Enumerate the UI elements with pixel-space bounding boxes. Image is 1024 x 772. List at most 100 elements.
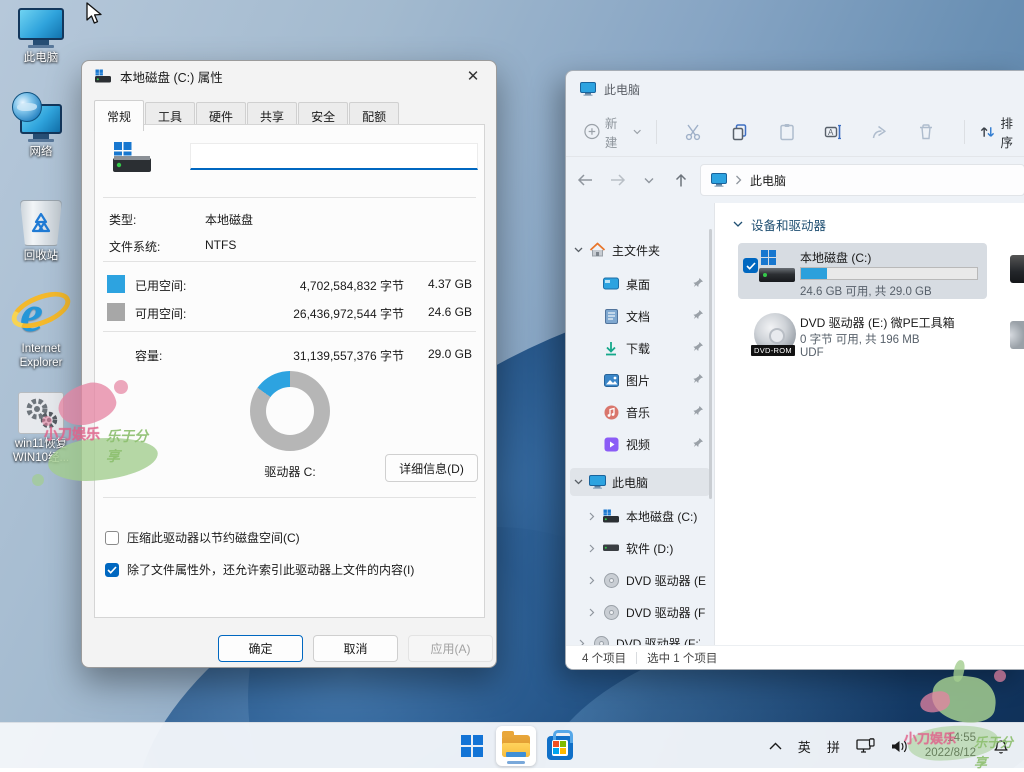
clipped-drive-icon xyxy=(1010,255,1024,283)
new-button[interactable]: 新建 xyxy=(584,113,642,151)
checkbox-checked-icon[interactable] xyxy=(105,563,119,577)
drive-info: 0 字节 可用, 共 196 MB xyxy=(800,331,920,347)
address-bar[interactable]: 此电脑 xyxy=(700,164,1024,196)
drive-c-small-icon xyxy=(94,69,112,83)
sidebar-item-label: 软件 (D:) xyxy=(626,540,673,557)
explorer-sidebar: 主文件夹 桌面 文档 下载 xyxy=(566,211,714,645)
dialog-general-page: 类型: 本地磁盘 文件系统: NTFS 已用空间: 4,702,584,832 … xyxy=(94,124,485,618)
apply-button[interactable]: 应用(A) xyxy=(408,635,493,662)
paste-button[interactable] xyxy=(774,118,800,146)
sidebar-item-label: 图片 xyxy=(626,372,650,389)
drive-usage-fill xyxy=(801,268,827,279)
checkbox-unchecked-icon[interactable] xyxy=(105,531,119,545)
sort-button[interactable]: 排序 xyxy=(979,113,1024,151)
desktop-icon-internet-explorer[interactable]: e Internet Explorer xyxy=(2,283,80,371)
desktop-icon-this-pc[interactable]: 此电脑 xyxy=(2,8,80,65)
taskbar-clock[interactable]: 14:55 2022/8/12 xyxy=(925,731,976,761)
index-contents-checkbox-row[interactable]: 除了文件属性外，还允许索引此驱动器上文件的内容(I) xyxy=(105,561,414,578)
sidebar-item-label: DVD 驱动器 (F xyxy=(626,604,705,621)
sidebar-item-label: 下载 xyxy=(626,340,650,357)
forward-button[interactable] xyxy=(604,167,630,193)
ime-pinyin-indicator[interactable]: 拼 xyxy=(827,737,840,756)
close-icon[interactable]: ✕ xyxy=(456,63,490,89)
sidebar-item-pictures[interactable]: 图片 xyxy=(570,366,710,394)
desktop-icon-network[interactable]: 网络 xyxy=(2,104,80,159)
selected-checkbox[interactable] xyxy=(743,258,758,273)
delete-button[interactable] xyxy=(913,118,939,146)
cut-button[interactable] xyxy=(681,118,707,146)
history-chevron-button[interactable] xyxy=(636,167,662,193)
notification-bell-icon[interactable]: z xyxy=(992,738,1010,755)
volume-label-input[interactable] xyxy=(190,143,478,170)
music-icon xyxy=(602,403,620,421)
back-button[interactable] xyxy=(572,167,598,193)
drive-filesystem: UDF xyxy=(800,347,824,359)
copy-button[interactable] xyxy=(727,118,753,146)
taskbar-microsoft-store[interactable] xyxy=(540,726,580,766)
sidebar-item-dvd-f[interactable]: DVD 驱动器 (F xyxy=(570,598,710,626)
up-button[interactable] xyxy=(668,167,694,193)
rename-button[interactable]: A xyxy=(820,118,846,146)
sidebar-item-drive-d[interactable]: 软件 (D:) xyxy=(570,534,710,562)
section-devices-and-drives[interactable]: 设备和驱动器 xyxy=(733,215,826,234)
sidebar-item-label: DVD 驱动器 (E xyxy=(626,572,706,589)
chevron-up-icon xyxy=(769,742,782,750)
dialog-titlebar[interactable]: 本地磁盘 (C:) 属性 ✕ xyxy=(82,61,496,91)
microsoft-store-icon xyxy=(547,736,573,760)
sidebar-item-dvd-e[interactable]: DVD 驱动器 (E xyxy=(570,566,710,594)
network-icon[interactable] xyxy=(856,738,875,755)
ime-language-indicator[interactable]: 英 xyxy=(798,737,811,756)
sidebar-item-desktop[interactable]: 桌面 xyxy=(570,270,710,298)
sidebar-item-downloads[interactable]: 下载 xyxy=(570,334,710,362)
chevron-right-icon[interactable] xyxy=(584,576,600,585)
explorer-toolbar: 新建 A 排序 xyxy=(566,107,1024,157)
sidebar-item-this-pc[interactable]: 此电脑 xyxy=(570,468,710,496)
taskbar-file-explorer[interactable] xyxy=(496,726,536,766)
dvd-icon xyxy=(602,603,620,621)
chevron-down-icon[interactable] xyxy=(570,247,586,253)
clipped-dvd-icon xyxy=(1010,321,1024,349)
chevron-right-icon[interactable] xyxy=(584,544,600,553)
desktop-icon-label: 网络 xyxy=(2,145,80,159)
explorer-titlebar[interactable]: 此电脑 xyxy=(566,71,1024,107)
free-space-bytes: 26,436,972,544 字节 xyxy=(254,305,404,322)
chevron-right-icon[interactable] xyxy=(584,512,600,521)
pin-icon xyxy=(693,307,704,325)
pin-icon xyxy=(693,275,704,293)
ok-button[interactable]: 确定 xyxy=(218,635,303,662)
toolbar-divider xyxy=(656,120,657,144)
sidebar-item-drive-c[interactable]: 本地磁盘 (C:) xyxy=(570,502,710,530)
sidebar-scrollbar[interactable] xyxy=(709,229,712,499)
free-space-legend-swatch xyxy=(107,303,125,321)
clock-time: 14:55 xyxy=(925,731,976,746)
explorer-window-title: 此电脑 xyxy=(604,81,640,98)
this-pc-small-icon xyxy=(711,173,727,187)
cancel-button[interactable]: 取消 xyxy=(313,635,398,662)
sidebar-item-music[interactable]: 音乐 xyxy=(570,398,710,426)
chevron-down-icon xyxy=(733,221,743,228)
taskbar: 英 拼 14:55 2022/8/12 z xyxy=(0,722,1024,768)
free-space-label: 可用空间: xyxy=(135,305,186,322)
desktop-icon-win11-restore[interactable]: win11恢复 WIN10经... xyxy=(2,392,80,466)
volume-icon[interactable] xyxy=(891,739,909,754)
sidebar-item-documents[interactable]: 文档 xyxy=(570,302,710,330)
details-button[interactable]: 详细信息(D) xyxy=(385,454,478,482)
recycle-bin-icon xyxy=(2,200,80,246)
sidebar-item-home[interactable]: 主文件夹 xyxy=(570,236,710,264)
compress-drive-checkbox-row[interactable]: 压缩此驱动器以节约磁盘空间(C) xyxy=(105,529,300,546)
filesystem-label: 文件系统: xyxy=(109,238,160,255)
share-button[interactable] xyxy=(867,118,893,146)
chevron-right-icon[interactable] xyxy=(584,608,600,617)
drive-tile-dvd-e[interactable]: DVD-ROM DVD 驱动器 (E:) 微PE工具箱 0 字节 可用, 共 1… xyxy=(738,308,987,366)
chevron-down-icon[interactable] xyxy=(570,479,586,485)
this-pc-small-icon xyxy=(580,82,596,96)
svg-text:A: A xyxy=(828,127,834,136)
show-hidden-icons-button[interactable] xyxy=(769,742,782,750)
breadcrumb-item[interactable]: 此电脑 xyxy=(750,172,786,189)
start-button[interactable] xyxy=(452,726,492,766)
drive-tile-c[interactable]: 本地磁盘 (C:) 24.6 GB 可用, 共 29.0 GB xyxy=(738,243,987,299)
sidebar-item-videos[interactable]: 视频 xyxy=(570,430,710,458)
separator xyxy=(103,197,476,198)
desktop-icon-recycle-bin[interactable]: 回收站 xyxy=(2,200,80,263)
tab-general[interactable]: 常规 xyxy=(94,100,144,131)
